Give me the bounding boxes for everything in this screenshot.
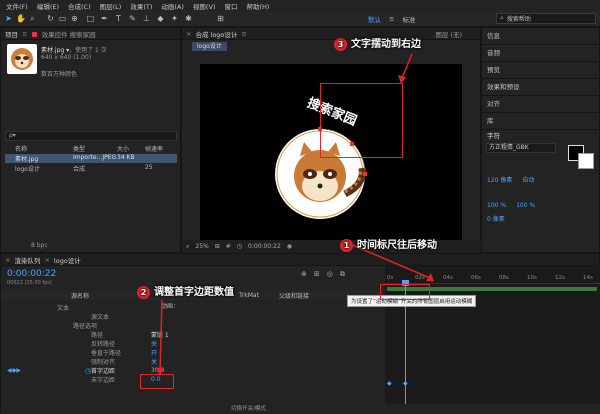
callout-2: 2 调整首字边距数值: [137, 283, 234, 299]
callout-number: 3: [334, 38, 347, 51]
callout-arrows: [156, 53, 434, 376]
callout-3: 3 文字摆动到右边: [334, 35, 421, 51]
callout-number: 1: [340, 239, 353, 252]
callout-number: 2: [137, 286, 150, 299]
callout-text: 调整首字边距数值: [154, 287, 234, 298]
callout-text: 文字摆动到右边: [351, 39, 421, 50]
callout-1: 1 时间标尺往后移动: [340, 236, 437, 252]
callout-text: 时间标尺往后移动: [357, 240, 437, 251]
